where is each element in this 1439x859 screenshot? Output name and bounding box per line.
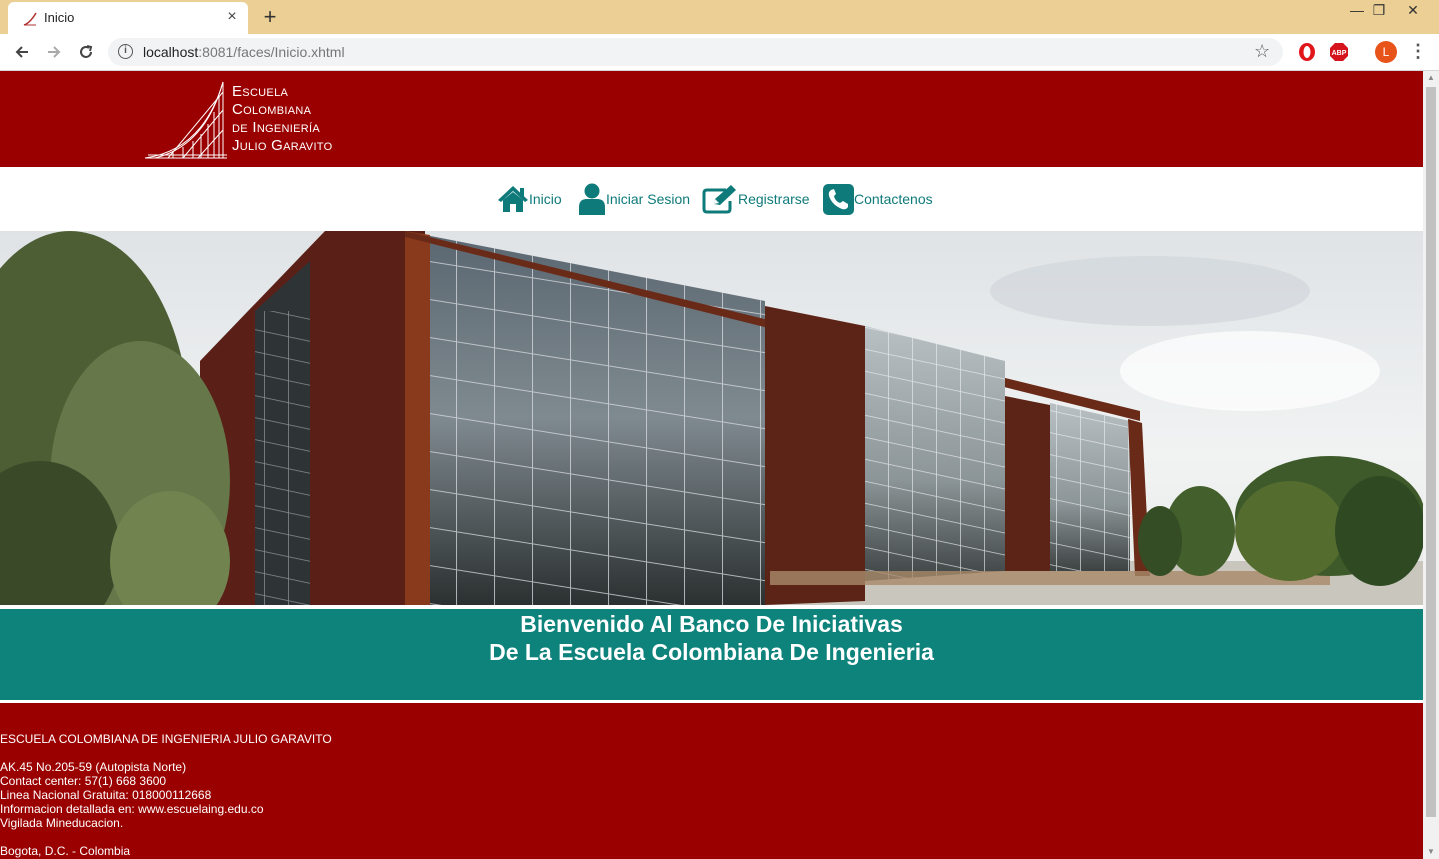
user-icon (579, 183, 605, 215)
nav-registrarse-label: Registrarse (738, 191, 810, 207)
reload-icon[interactable] (72, 38, 100, 66)
browser-tab[interactable]: Inicio × (8, 2, 248, 34)
phone-icon (823, 183, 854, 215)
welcome-banner: Bienvenido Al Banco De Iniciativas De La… (0, 609, 1423, 700)
logo-icon (144, 81, 227, 159)
footer-institution-name: ESCUELA COLOMBIANA DE INGENIERIA JULIO G… (0, 732, 332, 746)
logo-line-3: de Ingeniería (232, 119, 321, 136)
welcome-line-1: Bienvenido Al Banco De Iniciativas (520, 611, 903, 637)
home-icon (498, 186, 528, 212)
nav-contactenos-label: Contactenos (854, 191, 933, 207)
nav-iniciar-sesion-label: Iniciar Sesion (606, 191, 691, 207)
tab-close-icon[interactable]: × (222, 7, 242, 27)
url-text[interactable]: localhost:8081/faces/Inicio.xhtml (143, 44, 345, 60)
nav-iniciar-sesion[interactable]: Iniciar Sesion (578, 183, 690, 215)
scroll-up-icon[interactable]: ▲ (1423, 71, 1439, 85)
nav-contactenos[interactable]: Contactenos (823, 183, 933, 215)
scroll-down-icon[interactable]: ▼ (1423, 845, 1439, 859)
page-scrollbar[interactable]: ▲ ▼ (1423, 71, 1439, 859)
menu-icon[interactable]: ⋮ (1408, 40, 1428, 64)
adblock-icon[interactable]: ABP (1328, 41, 1350, 63)
nav-inicio-label: Inicio (529, 191, 562, 207)
welcome-line-2: De La Escuela Colombiana De Ingenieria (489, 639, 934, 665)
logo-text: Escuela Colombiana de Ingeniería Julio G… (232, 83, 332, 155)
site-header: Escuela Colombiana de Ingeniería Julio G… (0, 71, 1423, 167)
page-viewport: Escuela Colombiana de Ingeniería Julio G… (0, 71, 1423, 859)
nav-inicio[interactable]: Inicio (497, 183, 562, 215)
browser-titlebar: Inicio × + — ❐ ✕ (0, 0, 1439, 34)
logo-line-2: Colombiana (232, 101, 312, 118)
campus-building-image (0, 231, 1423, 605)
bookmark-star-icon[interactable]: ☆ (1254, 41, 1270, 62)
profile-avatar[interactable]: L (1375, 41, 1397, 63)
back-icon[interactable] (8, 38, 36, 66)
edit-icon (702, 185, 736, 214)
footer-toll-free: Linea Nacional Gratuita: 018000112668 (0, 788, 212, 802)
favicon-icon (23, 12, 37, 26)
new-tab-button[interactable]: + (258, 5, 282, 29)
tab-title: Inicio (44, 10, 75, 25)
footer-address: AK.45 No.205-59 (Autopista Norte) (0, 760, 187, 774)
forward-icon[interactable] (40, 38, 68, 66)
abp-label: ABP (1332, 50, 1347, 57)
close-window-button[interactable]: ✕ (1396, 0, 1430, 22)
nav-registrarse[interactable]: Registrarse (702, 183, 810, 215)
scroll-thumb[interactable] (1426, 87, 1436, 817)
footer-city: Bogota, D.C. - Colombia (0, 844, 131, 858)
footer-vigilada: Vigilada Mineducacion. (0, 816, 124, 830)
site-footer: ESCUELA COLOMBIANA DE INGENIERIA JULIO G… (0, 703, 1423, 859)
main-nav: Inicio Iniciar Sesion Registrarse Contac… (0, 167, 1423, 231)
footer-info: Informacion detallada en: www.escuelaing… (0, 802, 264, 816)
logo-line-4: Julio Garavito (232, 137, 333, 154)
maximize-button[interactable]: ❐ (1362, 0, 1396, 22)
info-icon[interactable]: i (118, 44, 133, 59)
address-bar[interactable]: i localhost:8081/faces/Inicio.xhtml ☆ (108, 38, 1283, 66)
footer-contact: Contact center: 57(1) 668 3600 (0, 774, 167, 788)
browser-toolbar: i localhost:8081/faces/Inicio.xhtml ☆ AB… (0, 34, 1439, 71)
opera-icon[interactable] (1296, 41, 1318, 63)
logo-line-1: Escuela (232, 83, 289, 100)
